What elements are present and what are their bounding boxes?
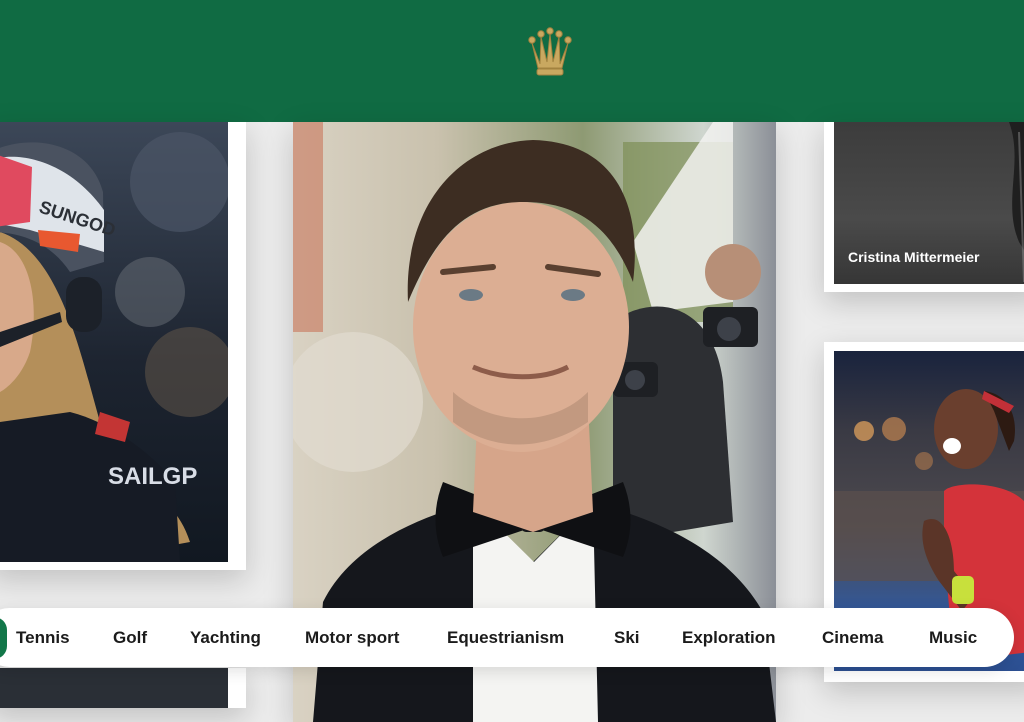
card-cristina-mittermeier[interactable]: Cristina Mittermeier [824,122,1024,292]
nav-item-motor-sport[interactable]: Motor sport [305,628,399,648]
nav-item-golf[interactable]: Golf [113,628,147,648]
nav-item-music[interactable]: Music [929,628,977,648]
athlete-photo: SAILGP SUNGOD [0,122,228,562]
card-sailgp-athlete[interactable]: SAILGP SUNGOD [0,122,246,570]
nav-item-cinema[interactable]: Cinema [822,628,883,648]
nav-item-tennis[interactable]: Tennis [16,628,70,648]
nav-item-ski[interactable]: Ski [614,628,640,648]
lower-photo [0,668,228,708]
card-caption: Cristina Mittermeier [848,249,980,265]
nav-item-exploration[interactable]: Exploration [682,628,776,648]
explorer-photo: Cristina Mittermeier [834,122,1024,284]
site-header [0,0,1024,122]
nav-item-yachting[interactable]: Yachting [190,628,261,648]
crown-icon[interactable] [522,26,578,82]
card-left-lower[interactable] [0,668,246,708]
nav-item-equestrianism[interactable]: Equestrianism [447,628,564,648]
jersey-text: SAILGP [108,463,197,490]
